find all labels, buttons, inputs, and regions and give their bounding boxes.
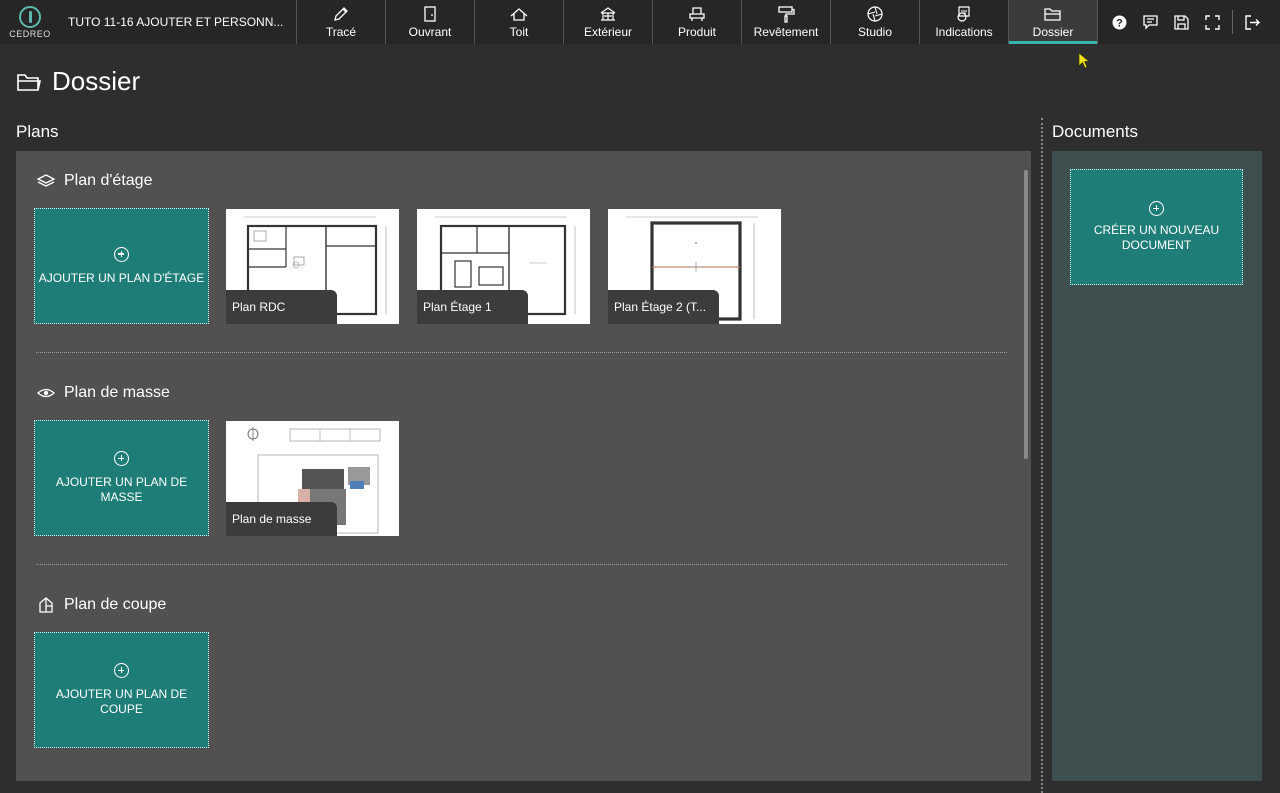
mass-plan-card[interactable]: Plan de masse	[226, 421, 399, 536]
tab-dossier[interactable]: Dossier	[1009, 0, 1098, 44]
main-tabs: Tracé Ouvrant Toit Extérieur Produit Rev…	[297, 0, 1098, 44]
add-floor-plan-button[interactable]: AJOUTER UN PLAN D'ÉTAGE	[34, 208, 209, 324]
tab-label: Toit	[509, 25, 529, 39]
fullscreen-icon	[1205, 14, 1220, 30]
tab-toit[interactable]: Toit	[475, 0, 564, 44]
tab-label: Dossier	[1032, 25, 1074, 39]
page-title-text: Dossier	[52, 66, 141, 96]
tab-ouvrant[interactable]: Ouvrant	[386, 0, 475, 44]
mass-plan-card-label: Plan de masse	[226, 502, 337, 536]
furniture-icon	[689, 7, 705, 21]
section-divider	[36, 352, 1007, 353]
save-button[interactable]	[1166, 0, 1197, 44]
floor-plan-section-title: Plan d'étage	[36, 172, 152, 190]
save-icon	[1174, 14, 1189, 30]
house-section-icon	[39, 597, 53, 613]
section-divider	[36, 564, 1007, 565]
tab-studio[interactable]: Studio	[831, 0, 920, 44]
mass-plan-section-title: Plan de masse	[36, 384, 170, 402]
plus-circle-icon	[114, 663, 129, 678]
camera-aperture-icon	[867, 6, 883, 22]
floor-plan-card-rdc[interactable]: Plan RDC	[226, 209, 399, 324]
brand-name: CEDREO	[9, 28, 51, 39]
logout-icon	[1245, 14, 1260, 30]
plus-circle-icon	[1149, 201, 1164, 216]
eye-icon	[37, 388, 55, 398]
pencil-icon	[334, 7, 348, 21]
folder-icon	[1044, 8, 1061, 21]
create-document-button[interactable]: CRÉER UN NOUVEAU DOCUMENT	[1070, 169, 1243, 285]
add-section-plan-label: AJOUTER UN PLAN DE COUPE	[55, 687, 188, 716]
door-icon	[424, 6, 436, 22]
plans-scrollbar[interactable]	[1024, 170, 1028, 459]
logout-button[interactable]	[1237, 0, 1268, 44]
comment-button[interactable]	[1135, 0, 1166, 44]
layers-icon	[36, 174, 56, 187]
fullscreen-button[interactable]	[1197, 0, 1228, 44]
tab-trace[interactable]: Tracé	[297, 0, 386, 44]
floor-plan-card-etage-2[interactable]: Plan Étage 2 (T...	[608, 209, 781, 324]
mouse-cursor-icon	[1078, 52, 1090, 69]
cedreo-logo-mark	[19, 5, 41, 28]
plus-circle-icon	[114, 246, 129, 262]
help-button[interactable]: ?	[1104, 0, 1135, 44]
cedreo-logo[interactable]: CEDREO	[0, 0, 60, 44]
add-section-plan-button[interactable]: AJOUTER UN PLAN DE COUPE	[34, 632, 209, 748]
floor-plan-card-label: Plan RDC	[226, 290, 337, 324]
top-toolbar: CEDREO TUTO 11-16 AJOUTER ET PERSONN... …	[0, 0, 1280, 44]
plans-heading: Plans	[16, 122, 59, 141]
folder-icon	[17, 73, 41, 91]
plus-circle-icon	[114, 451, 129, 466]
add-mass-plan-label: AJOUTER UN PLAN DE MASSE	[55, 475, 188, 504]
svg-text:?: ?	[1116, 17, 1123, 29]
tab-label: Indications	[935, 25, 993, 39]
tab-label: Tracé	[325, 25, 357, 39]
roof-icon	[510, 8, 528, 21]
paint-roller-icon	[778, 6, 795, 23]
tab-label: Studio	[857, 25, 893, 39]
tab-label: Revêtement	[753, 25, 819, 39]
help-icon: ?	[1112, 15, 1127, 29]
tab-label: Produit	[677, 25, 717, 39]
add-floor-plan-label: AJOUTER UN PLAN D'ÉTAGE	[38, 270, 205, 285]
floor-plan-card-label: Plan Étage 1	[417, 290, 528, 324]
floor-plan-card-etage-1[interactable]: Plan Étage 1	[417, 209, 590, 324]
documents-heading: Documents	[1052, 122, 1138, 141]
tab-produit[interactable]: Produit	[653, 0, 742, 44]
project-title[interactable]: TUTO 11-16 AJOUTER ET PERSONN...	[60, 0, 297, 44]
tab-label: Ouvrant	[408, 25, 452, 39]
tab-revetement[interactable]: Revêtement	[742, 0, 831, 44]
comment-icon	[1143, 14, 1158, 30]
section-title-text: Plan d'étage	[64, 172, 153, 189]
toolbar-tools: ?	[1098, 0, 1268, 44]
section-title-text: Plan de coupe	[64, 596, 167, 613]
annotation-icon	[957, 6, 970, 22]
create-document-label-line2: DOCUMENT	[1121, 238, 1192, 252]
panel-separator	[1041, 118, 1043, 793]
tab-indications[interactable]: Indications	[920, 0, 1009, 44]
section-plan-section-title: Plan de coupe	[36, 596, 166, 614]
create-document-label-line1: CRÉER UN NOUVEAU	[1093, 223, 1220, 237]
floor-plan-card-label: Plan Étage 2 (T...	[608, 290, 719, 324]
section-title-text: Plan de masse	[64, 384, 170, 401]
add-mass-plan-button[interactable]: AJOUTER UN PLAN DE MASSE	[34, 420, 209, 536]
page-title: Dossier	[16, 66, 140, 97]
pergola-icon	[600, 7, 616, 21]
tab-exterieur[interactable]: Extérieur	[564, 0, 653, 44]
tab-label: Extérieur	[583, 25, 633, 39]
toolbar-divider	[1232, 10, 1233, 34]
